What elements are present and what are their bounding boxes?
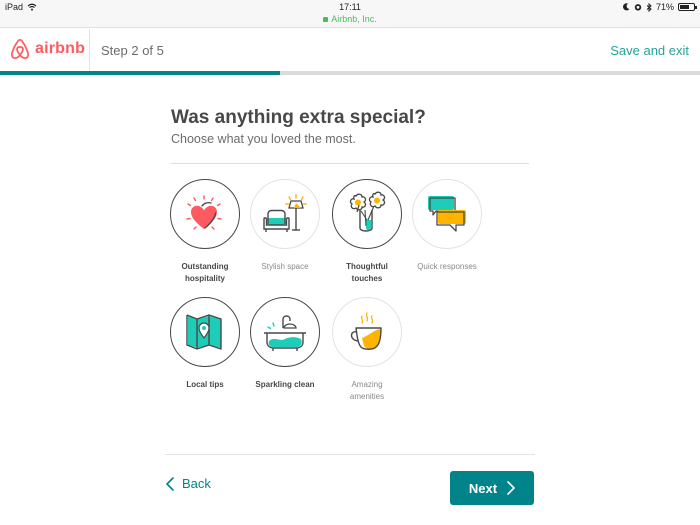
heart-icon: [186, 195, 222, 230]
page-title: Was anything extra special?: [171, 107, 426, 128]
option-thoughtful-touches[interactable]: Thoughtful touches: [327, 179, 407, 285]
option-sparkling-clean[interactable]: Sparkling clean: [245, 297, 325, 391]
next-label: Next: [468, 480, 498, 496]
option-outstanding-hospitality[interactable]: Outstanding hospitality: [165, 179, 245, 285]
option-circle[interactable]: [250, 297, 320, 367]
option-label: Stylish space: [261, 262, 309, 271]
option-circle[interactable]: [170, 179, 240, 249]
battery-icon: [678, 3, 697, 11]
coffee-cup-icon: [350, 312, 382, 350]
alarm-icon: [634, 4, 642, 11]
battery-level: [680, 5, 690, 9]
option-label: Sparkling clean: [255, 380, 315, 389]
chat-bubbles-icon: [428, 196, 466, 232]
moon-icon: [623, 3, 630, 11]
bluetooth-icon: [646, 2, 652, 12]
option-quick-responses[interactable]: Quick responses: [407, 179, 487, 273]
step-indicator: Step 2 of 5: [101, 43, 164, 58]
chevron-right-icon: [507, 481, 515, 495]
divider: [171, 163, 529, 164]
option-circle[interactable]: [170, 297, 240, 367]
option-label: Local tips: [186, 380, 224, 389]
option-local-tips[interactable]: Local tips: [165, 297, 245, 391]
app-header: airbnb Step 2 of 5 Save and exit: [0, 29, 700, 71]
option-stylish-space[interactable]: Stylish space: [245, 179, 325, 273]
airbnb-logo[interactable]: airbnb: [10, 38, 85, 60]
status-right: 71%: [623, 2, 697, 12]
footer-divider: [165, 454, 535, 455]
next-button[interactable]: Next: [450, 471, 534, 505]
status-time: 17:11: [339, 2, 361, 12]
map-pin-icon: [186, 314, 222, 350]
option-amazing-amenities[interactable]: Amazing amenities: [327, 297, 407, 403]
battery-percent: 71%: [655, 2, 674, 12]
back-label: Back: [182, 476, 211, 491]
option-label: Amazing amenities: [349, 380, 385, 401]
ios-status-bar: iPad 17:11 Airbnb, Inc. 71%: [0, 0, 700, 28]
back-button[interactable]: Back: [166, 476, 211, 491]
url-text: Airbnb, Inc.: [331, 14, 377, 24]
airbnb-belo-icon: [11, 39, 29, 59]
option-circle[interactable]: [332, 297, 402, 367]
flowers-vase-icon: [349, 191, 386, 232]
option-circle[interactable]: [412, 179, 482, 249]
option-label: Outstanding hospitality: [181, 262, 229, 283]
option-circle[interactable]: [332, 179, 402, 249]
save-and-exit-link[interactable]: Save and exit: [610, 43, 689, 58]
url-bar[interactable]: Airbnb, Inc.: [0, 14, 700, 24]
brand-name: airbnb: [35, 40, 86, 57]
option-label: Thoughtful touches: [346, 262, 388, 283]
progress-fill: [0, 71, 280, 75]
bathtub-icon: [264, 315, 306, 351]
progress-bar: [0, 71, 700, 75]
option-circle[interactable]: [250, 179, 320, 249]
option-label: Quick responses: [417, 262, 477, 271]
page-subtitle: Choose what you loved the most.: [171, 132, 356, 146]
header-divider: [89, 29, 90, 71]
chevron-left-icon: [166, 476, 174, 491]
question-section: Was anything extra special? Choose what …: [171, 107, 529, 146]
lock-icon: [323, 17, 329, 22]
armchair-lamp-icon: [263, 194, 307, 232]
